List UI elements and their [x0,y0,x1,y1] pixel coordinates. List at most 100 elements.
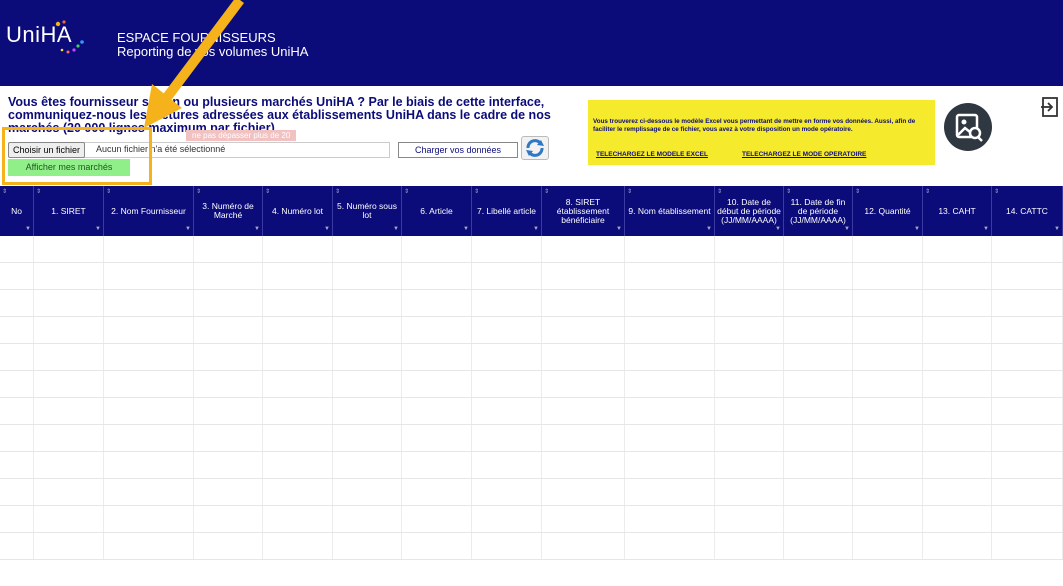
table-cell[interactable] [104,479,194,505]
table-cell[interactable] [263,398,333,424]
table-cell[interactable] [853,371,923,397]
table-cell[interactable] [923,398,992,424]
table-cell[interactable] [542,506,625,532]
table-cell[interactable] [923,533,992,559]
table-cell[interactable] [472,371,542,397]
column-header[interactable]: 2. Nom Fournisseur ⇕ ▼ [104,186,194,236]
table-cell[interactable] [402,452,472,478]
column-header[interactable]: 9. Nom établissement ⇕ ▼ [625,186,715,236]
table-cell[interactable] [104,425,194,451]
column-header[interactable]: 7. Libellé article ⇕ ▼ [472,186,542,236]
table-cell[interactable] [715,344,784,370]
table-cell[interactable] [923,317,992,343]
filter-icon[interactable]: ▼ [25,225,31,234]
table-cell[interactable] [784,452,853,478]
sort-icon[interactable]: ⇕ [474,188,479,197]
table-cell[interactable] [542,263,625,289]
filter-icon[interactable]: ▼ [254,225,260,234]
table-cell[interactable] [853,263,923,289]
table-cell[interactable] [0,371,34,397]
filter-icon[interactable]: ▼ [706,225,712,234]
table-cell[interactable] [0,452,34,478]
table-cell[interactable] [923,479,992,505]
table-cell[interactable] [402,371,472,397]
table-cell[interactable] [923,263,992,289]
column-header[interactable]: 14. CATTC ⇕ ▼ [992,186,1063,236]
table-cell[interactable] [853,479,923,505]
table-cell[interactable] [923,290,992,316]
table-cell[interactable] [472,452,542,478]
table-cell[interactable] [853,452,923,478]
table-cell[interactable] [784,290,853,316]
filter-icon[interactable]: ▼ [775,225,781,234]
table-cell[interactable] [333,263,402,289]
table-cell[interactable] [0,398,34,424]
table-cell[interactable] [194,506,263,532]
table-cell[interactable] [263,263,333,289]
table-cell[interactable] [104,290,194,316]
filter-icon[interactable]: ▼ [1054,225,1060,234]
table-cell[interactable] [263,479,333,505]
table-cell[interactable] [472,290,542,316]
table-cell[interactable] [194,317,263,343]
sort-icon[interactable]: ⇕ [2,188,7,197]
table-cell[interactable] [104,398,194,424]
table-cell[interactable] [715,506,784,532]
filter-icon[interactable]: ▼ [914,225,920,234]
table-cell[interactable] [715,398,784,424]
table-cell[interactable] [542,317,625,343]
table-cell[interactable] [923,371,992,397]
table-cell[interactable] [402,506,472,532]
table-cell[interactable] [542,398,625,424]
sort-icon[interactable]: ⇕ [265,188,270,197]
table-cell[interactable] [194,398,263,424]
table-cell[interactable] [0,533,34,559]
table-cell[interactable] [853,236,923,262]
sort-icon[interactable]: ⇕ [404,188,409,197]
table-cell[interactable] [104,506,194,532]
table-cell[interactable] [263,317,333,343]
table-cell[interactable] [263,236,333,262]
table-cell[interactable] [992,371,1063,397]
sort-icon[interactable]: ⇕ [994,188,999,197]
table-cell[interactable] [992,317,1063,343]
table-cell[interactable] [992,452,1063,478]
table-cell[interactable] [542,344,625,370]
table-cell[interactable] [853,317,923,343]
table-cell[interactable] [104,371,194,397]
column-header[interactable]: 13. CAHT ⇕ ▼ [923,186,992,236]
table-cell[interactable] [194,290,263,316]
table-cell[interactable] [923,236,992,262]
table-cell[interactable] [0,506,34,532]
table-cell[interactable] [992,533,1063,559]
table-cell[interactable] [784,506,853,532]
table-cell[interactable] [402,263,472,289]
table-cell[interactable] [333,425,402,451]
table-cell[interactable] [402,290,472,316]
sort-icon[interactable]: ⇕ [925,188,930,197]
column-header[interactable]: 12. Quantité ⇕ ▼ [853,186,923,236]
table-cell[interactable] [542,425,625,451]
table-cell[interactable] [853,533,923,559]
filter-icon[interactable]: ▼ [533,225,539,234]
table-cell[interactable] [625,452,715,478]
table-cell[interactable] [625,533,715,559]
table-cell[interactable] [472,263,542,289]
table-cell[interactable] [104,452,194,478]
table-cell[interactable] [853,344,923,370]
table-cell[interactable] [784,425,853,451]
column-header[interactable]: 3. Numéro de Marché ⇕ ▼ [194,186,263,236]
table-cell[interactable] [34,317,104,343]
table-cell[interactable] [542,479,625,505]
table-cell[interactable] [992,344,1063,370]
refresh-button[interactable] [521,136,549,160]
table-cell[interactable] [625,398,715,424]
table-cell[interactable] [923,506,992,532]
column-header[interactable]: No ⇕ ▼ [0,186,34,236]
table-cell[interactable] [472,425,542,451]
table-cell[interactable] [0,317,34,343]
table-cell[interactable] [715,263,784,289]
table-cell[interactable] [402,479,472,505]
table-cell[interactable] [715,425,784,451]
table-cell[interactable] [34,371,104,397]
